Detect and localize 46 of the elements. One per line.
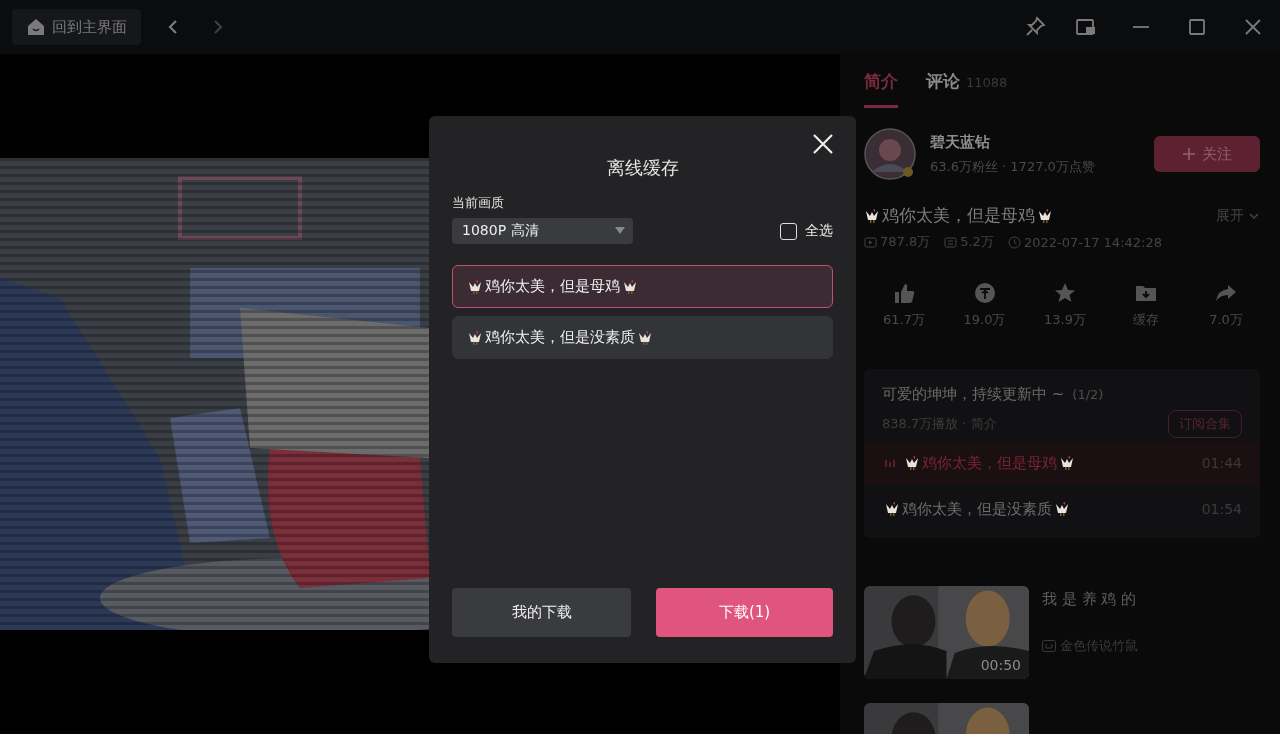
related-video-title[interactable]: 我 是 养 鸡 的 <box>1042 590 1138 609</box>
follow-button[interactable]: 关注 <box>1154 136 1260 172</box>
video-duration: 00:50 <box>980 657 1021 673</box>
cache-button[interactable]: 缓存 <box>1119 281 1172 329</box>
uploader-icon <box>1042 640 1056 652</box>
quality-dropdown[interactable]: 1080P 高清 <box>452 218 633 244</box>
clock-icon <box>1007 235 1021 249</box>
share-button[interactable]: 7.0万 <box>1200 281 1252 329</box>
episode-option[interactable]: 鸡你太美，但是母鸡 <box>452 265 833 308</box>
thumbs-up-icon <box>892 281 916 305</box>
episode-title: 鸡你太美，但是母鸡 <box>467 277 638 296</box>
episode-count: (1/2) <box>1072 387 1104 402</box>
close-button[interactable] <box>812 133 834 155</box>
tab[interactable]: 简介 <box>864 70 898 108</box>
author-stats: 63.6万粉丝 · 1727.0万点赞 <box>930 157 1096 176</box>
plus-icon <box>1182 147 1196 161</box>
pin-icon <box>1024 16 1046 38</box>
mini-window-icon <box>1074 16 1096 38</box>
comment-count-icon <box>944 235 958 249</box>
select-all-checkbox[interactable]: 全选 <box>780 222 833 240</box>
caret-icon <box>615 227 625 235</box>
episode-option[interactable]: 鸡你太美，但是没素质 <box>452 316 833 359</box>
maximize-icon <box>1186 16 1208 38</box>
star-button[interactable]: 13.9万 <box>1039 281 1091 329</box>
playing-bars-icon <box>884 457 896 469</box>
collection-title: 可爱的坤坤，持续更新中 ~ <box>882 385 1065 404</box>
avatar-icon <box>864 128 916 180</box>
play-count-icon <box>864 235 877 249</box>
quality-label: 当前画质 <box>452 194 505 212</box>
episode-title: 鸡你太美，但是没素质 <box>884 499 1070 519</box>
coin-button[interactable]: 19.0万 <box>958 281 1011 329</box>
episode-title: 鸡你太美，但是母鸡 <box>904 453 1075 473</box>
minimize-icon <box>1130 25 1152 29</box>
my-downloads-button[interactable]: 我的下载 <box>452 588 631 637</box>
download-button[interactable]: 下载(1) <box>656 588 833 637</box>
episode-title: 鸡你太美，但是没素质 <box>467 328 653 347</box>
video-title: 鸡你太美，但是母鸡 <box>864 204 1053 227</box>
close-icon <box>812 133 834 155</box>
coin-icon <box>972 281 997 305</box>
house-icon <box>26 17 46 37</box>
author-name: 碧天蓝钻 <box>930 132 991 152</box>
home-button[interactable]: 回到主界面 <box>12 9 141 45</box>
dialog-title: 离线缓存 <box>605 156 680 180</box>
like-button[interactable]: 61.7万 <box>878 281 930 329</box>
checkbox[interactable] <box>780 222 797 240</box>
publish-date: 2022-07-17 14:42:28 <box>1023 234 1162 250</box>
